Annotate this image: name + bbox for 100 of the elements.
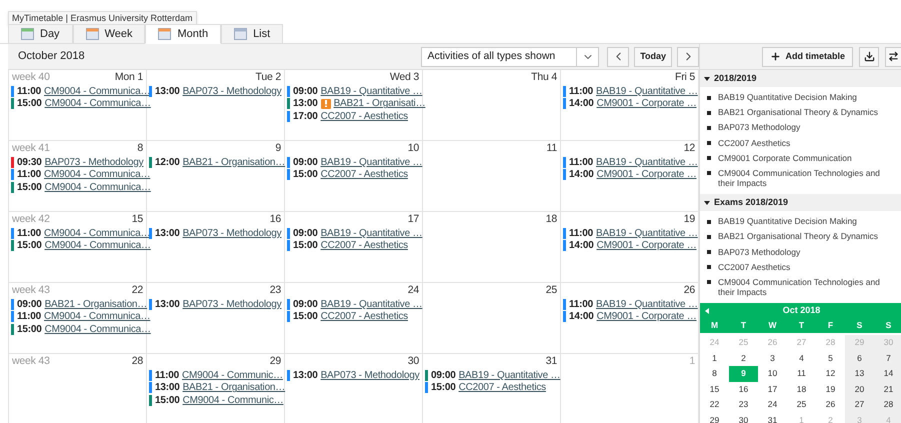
mini-calendar-day[interactable]: 4 [787, 350, 816, 366]
event-link[interactable]: BAB21 - Organisati… [334, 96, 426, 112]
event-link[interactable]: BAB19 - Quantitative … [320, 296, 422, 312]
timetable-item[interactable]: CM9004 Communication Technologies and their Impacts [718, 168, 895, 189]
timetable-item[interactable]: BAP073 Methodology [718, 122, 800, 133]
mini-calendar-day[interactable]: 10 [758, 366, 787, 382]
event-link[interactable]: BAB21 - Organisation… [44, 296, 148, 312]
event-link[interactable]: BAP073 - Methodology [182, 296, 282, 312]
event-link[interactable]: CM9001 - Corporate … [596, 238, 697, 254]
add-timetable-button[interactable]: Add timetable [762, 46, 853, 66]
event-link[interactable]: CM9004 - Communica… [44, 84, 150, 99]
day-number: 15 [132, 212, 143, 227]
mini-calendar-day[interactable]: 30 [729, 412, 758, 423]
event-link[interactable]: BAB19 - Quantitative … [320, 84, 422, 99]
mini-calendar-day[interactable]: 24 [758, 397, 787, 413]
event-link[interactable]: CC2007 - Aesthetics [320, 238, 408, 254]
triangle-icon[interactable] [704, 76, 710, 82]
mini-calendar-day[interactable]: 22 [700, 397, 729, 413]
mini-calendar-day[interactable]: 28 [874, 397, 901, 413]
event-link[interactable]: CM9004 - Communica… [44, 226, 150, 241]
event-link[interactable]: BAP073 - Methodology [182, 226, 282, 241]
event-link[interactable]: CM9001 - Corporate … [596, 167, 697, 182]
timetable-item[interactable]: BAB19 Quantitative Decision Making [718, 92, 857, 103]
mini-calendar-day[interactable]: 20 [845, 382, 874, 398]
previous-button[interactable] [607, 46, 630, 66]
event-link[interactable]: BAB21 - Organisation… [182, 154, 286, 170]
event-link[interactable]: BAB19 - Quantitative … [596, 226, 698, 241]
timetable-item[interactable]: CC2007 Aesthetics [718, 262, 790, 272]
timetable-item[interactable]: CC2007 Aesthetics [718, 138, 790, 148]
event-link[interactable]: CM9004 - Communic… [182, 368, 283, 383]
mini-calendar-day[interactable]: 8 [700, 366, 729, 382]
timetable-item[interactable]: CM9001 Corporate Communication [718, 152, 852, 164]
day-number: 22 [132, 282, 143, 298]
mini-calendar-day[interactable]: 16 [729, 382, 758, 398]
event-time: 11:00 [155, 368, 180, 383]
timetable-item[interactable]: BAB19 Quantitative Decision Making [718, 216, 857, 227]
filter-dropdown[interactable]: Activities of all types shown [421, 46, 600, 66]
mini-calendar-day[interactable]: 25 [787, 397, 816, 413]
mini-calendar-day[interactable]: 13 [845, 366, 874, 382]
mini-calendar-day[interactable]: 3 [758, 350, 787, 366]
event-link[interactable]: CC2007 - Aesthetics [320, 108, 408, 124]
swap-button[interactable] [885, 46, 901, 66]
event-link[interactable]: CC2007 - Aesthetics [320, 167, 408, 182]
event-link[interactable]: CC2007 - Aesthetics [320, 309, 408, 324]
next-button[interactable] [677, 46, 699, 66]
mini-calendar-day[interactable]: 5 [816, 350, 845, 366]
download-button[interactable] [859, 46, 879, 66]
mini-calendar-day[interactable]: 18 [787, 382, 816, 398]
mini-calendar-day[interactable]: 27 [845, 397, 874, 413]
mini-calendar-day[interactable]: 29 [700, 412, 729, 423]
mini-calendar-day[interactable]: 2 [729, 350, 758, 366]
mini-calendar-day[interactable]: 26 [816, 397, 845, 413]
mini-calendar-day[interactable]: 15 [700, 382, 729, 398]
event-link[interactable]: BAB19 - Quantitative … [596, 296, 698, 312]
event-time: 13:00 [293, 368, 318, 383]
event-link[interactable]: BAB19 - Quantitative … [596, 154, 698, 170]
previous-month-icon[interactable] [705, 308, 709, 314]
bullet-icon [707, 220, 711, 224]
view-tab[interactable]: Month [145, 24, 222, 44]
event-link[interactable]: BAB19 - Quantitative … [596, 84, 698, 99]
mini-calendar-day[interactable]: 7 [874, 350, 901, 366]
event-link[interactable]: BAB19 - Quantitative … [320, 154, 422, 170]
event-link[interactable]: BAP073 - Methodology [44, 154, 144, 170]
section-title[interactable]: 2018/2019 [714, 72, 757, 86]
timetable-item[interactable]: BAP073 Methodology [718, 246, 800, 258]
event-link[interactable]: CM9004 - Communica… [44, 180, 151, 195]
event-link[interactable]: BAP073 - Methodology [320, 368, 420, 383]
event-link[interactable]: CM9004 - Communica… [44, 167, 150, 182]
mini-calendar-day[interactable]: 1 [700, 350, 729, 366]
mini-calendar-day[interactable]: 17 [758, 382, 787, 398]
view-tab[interactable]: List [221, 24, 284, 44]
event-link[interactable]: CM9004 - Communica… [44, 96, 151, 112]
today-button[interactable]: Today [634, 46, 672, 66]
mini-calendar-day[interactable]: 11 [787, 366, 816, 382]
triangle-icon[interactable] [704, 200, 710, 206]
mini-calendar-day[interactable]: 14 [874, 366, 901, 382]
event-link[interactable]: BAB21 - Organisation… [182, 380, 286, 396]
event-link[interactable]: CM9001 - Corporate … [596, 309, 697, 324]
event-link[interactable]: CM9004 - Communica… [44, 309, 150, 324]
day-number: 30 [408, 354, 419, 369]
timetable-item[interactable]: BAB21 Organisational Theory & Dynamics [718, 231, 878, 242]
event-link[interactable]: BAB19 - Quantitative … [458, 368, 560, 383]
mini-calendar-day[interactable]: 21 [874, 382, 901, 398]
mini-calendar-day[interactable]: 23 [729, 397, 758, 413]
event-link[interactable]: BAB19 - Quantitative … [320, 226, 422, 241]
timetable-item[interactable]: BAB21 Organisational Theory & Dynamics [718, 107, 878, 118]
mini-calendar-day[interactable]: 31 [758, 412, 787, 423]
view-tab[interactable]: Day [8, 24, 73, 44]
mini-calendar-day[interactable]: 6 [845, 350, 874, 366]
view-tab[interactable]: Week [72, 24, 146, 44]
day-number: Thu 4 [531, 70, 557, 85]
event-link[interactable]: CM9001 - Corporate … [596, 96, 697, 112]
event-link[interactable]: CM9004 - Communica… [44, 238, 151, 254]
event-link[interactable]: CM9004 - Communica… [44, 322, 151, 337]
mini-calendar-day[interactable]: 12 [816, 366, 845, 382]
event-link[interactable]: BAP073 - Methodology [182, 84, 282, 99]
event-link[interactable]: CC2007 - Aesthetics [458, 380, 546, 396]
mini-calendar-day[interactable]: 19 [816, 382, 845, 398]
timetable-item[interactable]: CM9004 Communication Technologies and their Impacts [718, 276, 895, 298]
event-link[interactable]: CM9004 - Communic… [182, 392, 284, 408]
